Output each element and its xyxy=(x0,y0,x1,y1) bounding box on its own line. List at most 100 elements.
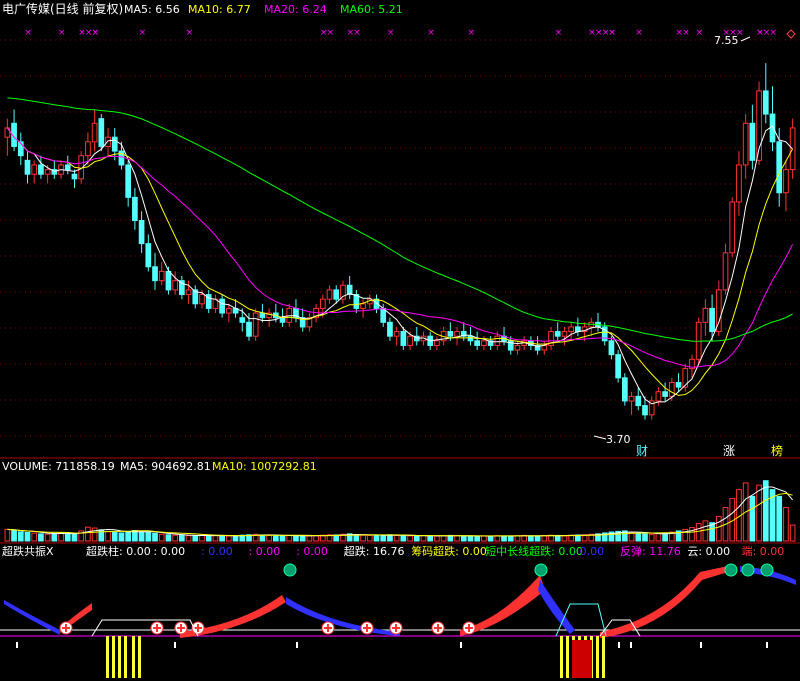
candle-body xyxy=(225,307,232,314)
legend-ma5: MA5: 6.56 xyxy=(124,3,180,16)
candle-body xyxy=(85,141,91,157)
volume-bar xyxy=(138,531,145,542)
volume-bar xyxy=(225,535,232,542)
candle-body xyxy=(71,173,78,180)
volume-bar xyxy=(695,523,702,542)
tick-mark xyxy=(16,642,18,648)
volume-bar xyxy=(655,533,662,542)
yellow-bar xyxy=(596,636,599,678)
indicator-item: 筹码超跌: 0.00 xyxy=(411,544,487,558)
event-badge: 榜 xyxy=(771,443,783,458)
volume-bar xyxy=(434,535,440,542)
candle-body xyxy=(252,312,259,337)
candle-body xyxy=(621,377,628,402)
candle-body xyxy=(333,289,340,300)
ma10-line xyxy=(6,127,794,396)
candle-body xyxy=(668,381,675,397)
volume-bar xyxy=(38,533,44,542)
candle-body xyxy=(481,340,487,346)
indicator-legend: 超跌柱: 0.00: 0.00: 0.00: 0.00: 0.00 超跌: 16.… xyxy=(86,544,784,558)
yellow-bar xyxy=(566,636,569,678)
volume-bar xyxy=(179,534,185,542)
indicator-plot xyxy=(0,563,800,678)
volume-bar xyxy=(756,484,762,542)
candle-body xyxy=(762,90,769,115)
candle-body xyxy=(554,331,561,337)
indicator-wave xyxy=(600,566,728,638)
volume-bar xyxy=(561,535,568,542)
indicator-item: : 0.00 xyxy=(153,545,185,558)
candle-body xyxy=(628,395,635,402)
candle-body xyxy=(145,243,152,268)
volume-bars xyxy=(4,480,796,542)
candles xyxy=(4,63,796,420)
chart-title: 电广传媒(日线 前复权) xyxy=(2,1,123,16)
volume-bar xyxy=(662,532,668,542)
volume-bar xyxy=(17,531,24,542)
volume-bar xyxy=(534,535,541,542)
volume-bar xyxy=(366,534,373,542)
candle-body xyxy=(514,344,521,351)
signal-circle xyxy=(760,563,774,577)
volume-bar xyxy=(360,534,366,542)
volume-bar xyxy=(648,533,655,542)
volume-bar xyxy=(507,535,514,542)
candle-body xyxy=(709,307,715,333)
price-grid xyxy=(0,39,800,437)
candle-body xyxy=(138,219,145,245)
indicator-title: 超跌共振X xyxy=(2,544,54,558)
candle-body xyxy=(125,164,132,198)
event-badge: 涨 xyxy=(723,443,735,458)
volume-label: VOLUME: 711858.19 xyxy=(2,460,115,473)
volume-bar xyxy=(487,535,494,542)
volume-bar xyxy=(219,535,225,542)
candle-body xyxy=(447,331,454,337)
volume-bar xyxy=(212,535,219,542)
candle-body xyxy=(776,141,783,194)
volume-bar xyxy=(393,534,400,542)
volume-bar xyxy=(185,535,192,542)
volume-bar xyxy=(152,532,158,542)
volume-bar xyxy=(293,535,299,542)
legend-ma60: MA60: 5.21 xyxy=(340,3,403,16)
candle-body xyxy=(91,122,98,143)
candle-body xyxy=(736,164,742,203)
volume-bar xyxy=(58,532,64,542)
volume-bar xyxy=(749,495,756,542)
volume-bar xyxy=(205,534,212,542)
volume-bar xyxy=(400,535,407,542)
volume-bar xyxy=(501,535,507,542)
tick-mark xyxy=(460,642,462,648)
signal-circle xyxy=(724,563,738,577)
indicator-item: 超跌: 16.76 xyxy=(344,544,405,558)
candle-body xyxy=(662,391,668,397)
signal-mark: × xyxy=(327,28,335,38)
volume-bar xyxy=(192,535,199,542)
indicator-item: 反弹: 11.76 xyxy=(620,544,681,558)
legend-ma20: MA20: 6.24 xyxy=(264,3,327,16)
candle-body xyxy=(729,201,736,254)
candle-body xyxy=(259,312,266,319)
candle-body xyxy=(246,321,252,337)
candle-body xyxy=(608,340,615,356)
tick-mark xyxy=(296,642,298,648)
volume-bar xyxy=(474,535,481,542)
candle-body xyxy=(722,252,729,291)
candle-body xyxy=(642,405,648,416)
event-badges: 财涨榜 xyxy=(636,443,783,458)
volume-bar xyxy=(44,533,51,542)
volume-bar xyxy=(642,533,648,542)
yellow-bar xyxy=(118,636,121,678)
candle-body xyxy=(132,196,138,221)
low-label: 3.70 xyxy=(606,433,631,446)
volume-ma5-label: MA5: 904692.81 xyxy=(120,460,211,473)
yellow-bar xyxy=(112,636,115,678)
signal-mark: × xyxy=(427,28,435,38)
yellow-bar xyxy=(106,636,109,678)
yellow-bar xyxy=(138,636,141,678)
volume-bar xyxy=(199,534,205,542)
signal-marks: × × × × ×× × × × × × × × × × × × × × ×× × × × × × × × ×× × × xyxy=(24,28,796,39)
volume-bar xyxy=(789,524,796,542)
candle-body xyxy=(635,395,642,407)
volume-ma10-line xyxy=(7,492,793,537)
